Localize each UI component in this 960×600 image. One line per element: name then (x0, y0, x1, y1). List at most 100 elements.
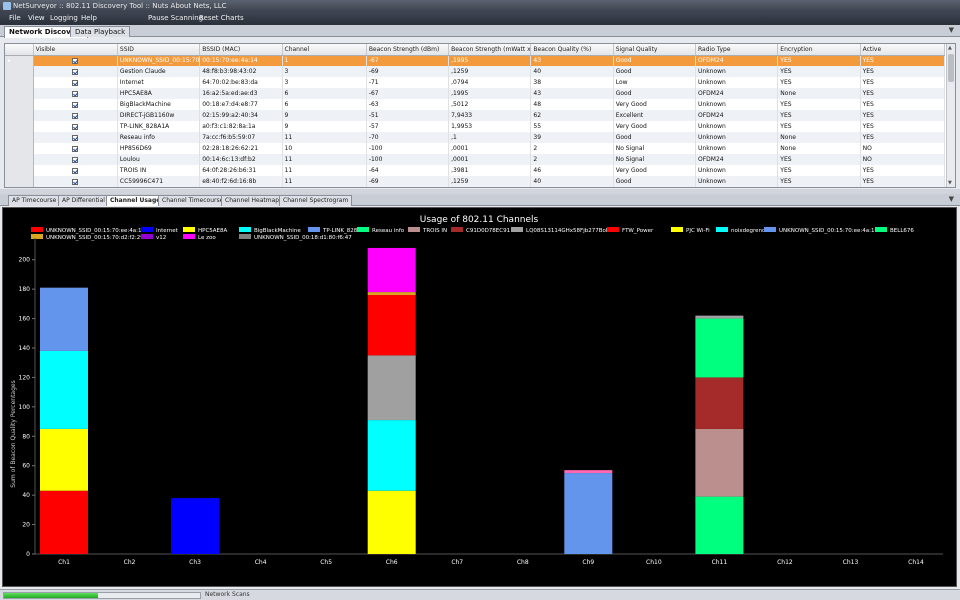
legend-label: BELL676 (890, 228, 914, 234)
table-row[interactable]: ▸ UNKNOWN_SSID_00:15:70:... 00:15:70:ee:4a… (5, 55, 946, 66)
row-header[interactable] (5, 77, 34, 88)
scrollbar-thumb[interactable] (948, 54, 954, 82)
menu-help[interactable]: Help (81, 14, 97, 23)
table-row[interactable]: TROIS IN 64:0f:28:26:b6:31 11 -64,3981 46 Ver… (5, 165, 946, 176)
cell-dbm: -71 (366, 77, 450, 88)
tab-channel-usage[interactable]: Channel Usage (106, 195, 165, 206)
cell-dbm: -57 (366, 121, 450, 132)
tab-channel-heatmap[interactable]: Channel Heatmap (221, 195, 284, 206)
legend-label: HPC5AE8A (198, 228, 228, 234)
x-tick-label: Ch2 (124, 559, 136, 566)
reset-charts-button[interactable]: Reset Charts (199, 14, 244, 23)
scroll-up-icon[interactable]: ▲ (948, 45, 952, 51)
row-header[interactable] (5, 143, 34, 154)
visible-checkbox[interactable] (71, 90, 78, 97)
y-axis-label: Sum of Beacon Quality Percentages (10, 380, 17, 487)
row-header[interactable] (5, 154, 34, 165)
table-row[interactable]: HPC5AE8A 16:a2:5a:ed:ae:d3 6 -67,1995 43 Good… (5, 88, 946, 99)
visible-checkbox[interactable] (71, 134, 78, 141)
visible-checkbox[interactable] (71, 101, 78, 108)
table-row[interactable]: Reseau info 7a:cc:f6:b5:59:07 11 -70,1 39 Goo… (5, 132, 946, 143)
table-row[interactable]: CC59996C471 e8:40:f2:6d:16:8b 11 -69,1259 40… (5, 176, 946, 187)
col-active[interactable]: Active (860, 44, 946, 56)
tab-ap-differential[interactable]: AP Differential (58, 195, 109, 206)
row-header[interactable] (5, 110, 34, 121)
cell-bssid: a0:f3:c1:82:8a:1a (199, 121, 283, 132)
cell-radio: Unknown (695, 121, 779, 132)
cell-encryption: YES (777, 121, 861, 132)
table-row[interactable]: Internet 64:70:02:be:83:da 3 -71,0794 38 Low U… (5, 77, 946, 88)
col-channel[interactable]: Channel (282, 44, 367, 56)
row-header[interactable] (5, 88, 34, 99)
y-tick-label: 120 (19, 374, 31, 381)
visible-checkbox[interactable] (71, 167, 78, 174)
visible-checkbox[interactable] (71, 57, 78, 64)
menu-file[interactable]: File (9, 14, 21, 23)
tab-ap-timecourse[interactable]: AP Timecourse (8, 195, 61, 206)
table-row[interactable]: TP-LINK_828A1A a0:f3:c1:82:8a:1a 9 -57 1,995… (5, 121, 946, 132)
cell-channel: 11 (282, 165, 367, 176)
cell-quality: 43 (530, 55, 614, 66)
bar-segment (171, 498, 220, 554)
row-header[interactable]: ▸ (5, 55, 34, 66)
col-beacon-mw[interactable]: Beacon Strength (mWatt x... (448, 44, 532, 56)
scroll-down-icon[interactable]: ▼ (948, 180, 952, 186)
pause-scanning-button[interactable]: Pause Scanning (148, 14, 203, 23)
cell-radio: Unknown (695, 132, 779, 143)
row-header[interactable] (5, 99, 34, 110)
row-header[interactable] (5, 121, 34, 132)
cell-channel: 6 (282, 88, 367, 99)
col-encryption[interactable]: Encryption (777, 44, 861, 56)
main-tab-bar: Network Discovery Data Playback ▼ (0, 25, 960, 38)
cell-visible (33, 66, 118, 77)
menu-logging[interactable]: Logging (50, 14, 78, 23)
visible-checkbox[interactable] (71, 123, 78, 130)
chart-bars (40, 247, 744, 554)
tab-channel-spectrogram[interactable]: Channel Spectrogram (279, 195, 353, 206)
cell-ssid: DIRECT-jGB1160w (117, 110, 201, 121)
col-signal-quality[interactable]: Signal Quality (613, 44, 697, 56)
visible-checkbox[interactable] (71, 145, 78, 152)
visible-checkbox[interactable] (71, 112, 78, 119)
chart-pin-icon[interactable]: ▼ (949, 195, 954, 203)
grid-vertical-scrollbar[interactable]: ▲ ▼ (946, 44, 955, 187)
row-header[interactable] (5, 176, 34, 187)
tab-channel-timecourse[interactable]: Channel Timecourse (158, 195, 228, 206)
row-header[interactable] (5, 132, 34, 143)
table-row[interactable]: HP856D69 02:28:18:26:62:21 10 -100,0001 2 No … (5, 143, 946, 154)
visible-checkbox[interactable] (71, 178, 78, 185)
col-beacon-quality[interactable]: Beacon Quality (%) (530, 44, 614, 56)
row-header[interactable] (5, 165, 34, 176)
table-row[interactable]: Gestion Claude 48:f8:b3:98:43:02 3 -69,1259… (5, 66, 946, 77)
col-radio-type[interactable]: Radio Type (695, 44, 779, 56)
col-bssid[interactable]: BSSID (MAC) (199, 44, 283, 56)
table-row[interactable]: BigBlackMachine 00:18:e7:d4:e8:77 6 -63,501… (5, 99, 946, 110)
bar-segment (695, 496, 744, 554)
visible-checkbox[interactable] (71, 68, 78, 75)
legend-swatch (308, 227, 320, 232)
pin-icon[interactable]: ▼ (949, 26, 954, 34)
cell-radio: Unknown (695, 165, 779, 176)
cell-channel: 11 (282, 176, 367, 187)
cell-signal: No Signal (613, 154, 697, 165)
cell-bssid: 7a:cc:f6:b5:59:07 (199, 132, 283, 143)
tab-data-playback[interactable]: Data Playback (70, 26, 131, 37)
col-beacon-dbm[interactable]: Beacon Strength (dBm) (366, 44, 450, 56)
visible-checkbox[interactable] (71, 79, 78, 86)
visible-checkbox[interactable] (71, 156, 78, 163)
table-row[interactable]: Loulou 00:14:6c:13:df:b2 11 -100,0001 2 No Si… (5, 154, 946, 165)
col-ssid[interactable]: SSID (117, 44, 201, 56)
cell-visible (33, 77, 118, 88)
legend-label: FTW_Power (622, 228, 654, 234)
chart-legend: UNKNOWN_SSID_00:15:70:ee:4a:14 Internet HP… (31, 227, 914, 241)
row-header[interactable] (5, 66, 34, 77)
menu-view[interactable]: View (28, 14, 45, 23)
app-icon (3, 2, 11, 10)
col-visible[interactable]: Visible (33, 44, 118, 56)
cell-dbm: -70 (366, 132, 450, 143)
cell-mw: ,0001 (448, 154, 532, 165)
networks-grid: Visible SSID BSSID (MAC) Channel Beacon … (4, 43, 956, 188)
cell-mw: ,0001 (448, 143, 532, 154)
legend-swatch (716, 227, 728, 232)
table-row[interactable]: DIRECT-jGB1160w 02:15:99:a2:40:34 9 -51 7,94… (5, 110, 946, 121)
